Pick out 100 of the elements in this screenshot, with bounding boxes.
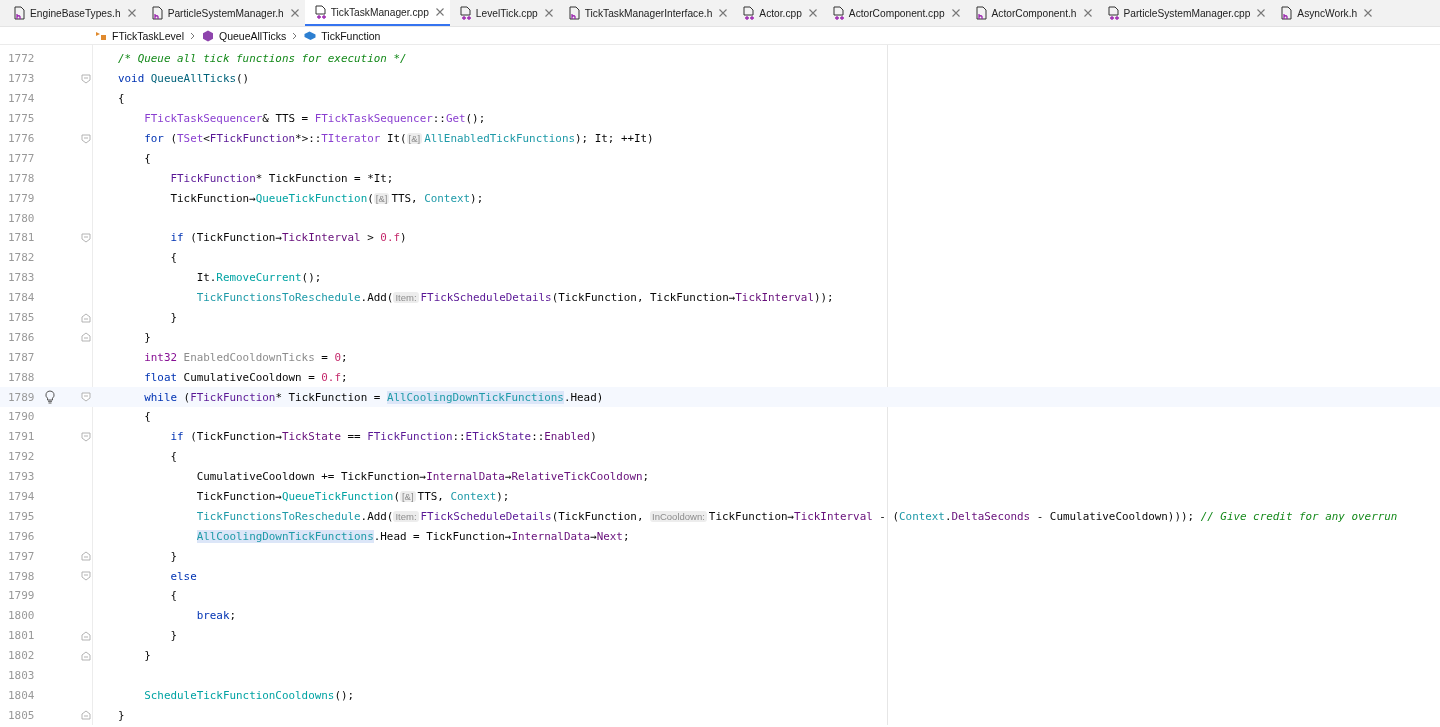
line-number: 1794 — [8, 490, 36, 504]
fold-marker-icon[interactable] — [81, 312, 91, 323]
line-number: 1798 — [8, 569, 36, 583]
file-icon — [1279, 5, 1294, 21]
code-line: CumulativeCooldown += TickFunction→InternalData→RelativeTickCooldown; — [195, 470, 650, 484]
fold-marker-icon[interactable] — [81, 233, 91, 243]
code-line: TickFunctionsToReschedule.Add( Item: FTickScheduleDetails(TickFunction, InCooldown: TickFunction→TickInterval - (Context.DeltaSeconds - CumulativeCooldown))); // Give credit for any overrun — [195, 509, 1398, 523]
code-line: FTickFunction* TickFunction = *It; — [169, 171, 394, 185]
line-number: 1774 — [8, 92, 36, 106]
close-icon[interactable] — [290, 9, 299, 17]
editor-tab[interactable]: ParticleSystemManager.h — [141, 0, 305, 26]
code-line: /* Queue all tick functions for execution */ — [118, 52, 407, 66]
line-number: 1778 — [8, 171, 36, 185]
code-line: if (TickFunction→TickState == FTickFunction::ETickState::Enabled) — [169, 430, 597, 444]
line-number: 1773 — [8, 72, 36, 86]
fold-marker-icon[interactable] — [81, 630, 91, 641]
code-line: { — [169, 251, 178, 265]
close-icon[interactable] — [544, 9, 553, 17]
file-icon — [457, 5, 472, 21]
close-icon[interactable] — [808, 9, 817, 17]
line-number: 1792 — [8, 450, 36, 464]
close-icon[interactable] — [435, 8, 444, 16]
close-icon[interactable] — [719, 9, 728, 17]
line-number: 1784 — [8, 291, 36, 305]
line-number: 1787 — [8, 350, 36, 364]
fold-marker-icon[interactable] — [81, 710, 91, 721]
fold-marker-icon[interactable] — [81, 650, 91, 661]
code-line: while (FTickFunction* TickFunction = AllCoolingDownTickFunctions.Head) — [143, 390, 604, 404]
code-line: TickFunctionsToReschedule.Add( Item: FTickScheduleDetails(TickFunction, TickFunction→TickInterval)); — [195, 291, 834, 305]
close-icon[interactable] — [1257, 9, 1266, 17]
line-number: 1786 — [8, 330, 36, 344]
breadcrumb-item[interactable]: FTickTaskLevel — [112, 29, 184, 42]
line-number: 1782 — [8, 251, 36, 265]
code-line: ScheduleTickFunctionCooldowns(); — [143, 688, 355, 702]
editor-tab[interactable]: Actor.cpp — [733, 0, 823, 26]
code-line: It.RemoveCurrent(); — [195, 271, 322, 285]
code-line: break; — [195, 609, 237, 623]
close-icon[interactable] — [1364, 9, 1373, 17]
lightbulb-icon[interactable] — [44, 390, 56, 405]
line-number: 1800 — [8, 609, 36, 623]
code-line: void QueueAllTicks() — [118, 72, 250, 86]
fold-marker-icon[interactable] — [81, 332, 91, 343]
fold-marker-icon[interactable] — [81, 431, 91, 442]
line-number: 1796 — [8, 529, 36, 543]
code-line: for (TSet<FTickFunction*>::TIterator It( [&] AllEnabledTickFunctions); It; ++It) — [143, 132, 654, 145]
fold-marker-icon[interactable] — [81, 551, 91, 562]
chevron-icon — [292, 31, 298, 40]
line-number: 1785 — [8, 311, 36, 324]
fold-marker-icon[interactable] — [81, 73, 91, 84]
breadcrumb-item[interactable]: QueueAllTicks — [218, 29, 287, 42]
code-line: { — [143, 410, 151, 424]
file-icon — [973, 5, 988, 21]
close-icon[interactable] — [951, 9, 960, 17]
file-icon — [149, 5, 164, 21]
line-number: 1793 — [8, 470, 36, 484]
line-number: 1788 — [8, 370, 36, 384]
code-line: } — [169, 629, 178, 643]
file-icon — [312, 4, 327, 20]
line-number: 1797 — [8, 549, 36, 563]
line-number: 1777 — [8, 151, 36, 165]
close-icon[interactable] — [127, 9, 136, 17]
editor-tab[interactable]: ActorComponent.cpp — [822, 0, 966, 26]
editor-tab[interactable]: EngineBaseTypes.h — [4, 0, 142, 26]
close-icon[interactable] — [1083, 9, 1092, 17]
breadcrumb-item[interactable]: TickFunction — [321, 29, 381, 42]
code-line: AllCoolingDownTickFunctions.Head = TickFunction→InternalData→Next; — [195, 529, 630, 543]
fold-marker-icon[interactable] — [81, 571, 91, 582]
line-number: 1775 — [8, 112, 36, 126]
line-number: 1776 — [8, 132, 36, 145]
fold-marker-icon[interactable] — [81, 133, 91, 144]
file-icon — [1105, 5, 1120, 21]
code-line: if (TickFunction→TickInterval > 0.f) — [169, 231, 407, 245]
code-line: } — [143, 649, 151, 663]
file-icon — [741, 5, 756, 21]
line-number: 1799 — [8, 589, 36, 603]
editor-tab[interactable]: ActorComponent.h — [965, 0, 1098, 26]
editor-tab[interactable]: TickTaskManagerInterface.h — [558, 0, 734, 26]
file-icon — [830, 5, 845, 21]
editor-tab[interactable]: LevelTick.cpp — [449, 0, 559, 26]
editor-tab[interactable]: TickTaskManager.cpp — [304, 0, 450, 26]
line-number: 1781 — [8, 231, 36, 245]
code-line: int32 EnabledCooldownTicks = 0; — [143, 350, 348, 364]
editor-tab[interactable]: ParticleSystemManager.cpp — [1097, 0, 1272, 26]
file-icon — [12, 5, 26, 21]
code-line: { — [169, 450, 178, 464]
code-line: { — [118, 92, 125, 106]
line-number: 1795 — [8, 509, 36, 523]
code-line: } — [118, 708, 125, 722]
fold-marker-icon[interactable] — [81, 392, 91, 403]
line-number: 1804 — [8, 688, 36, 702]
line-number: 1779 — [8, 191, 36, 205]
code-line: } — [143, 330, 151, 344]
chevron-icon — [189, 31, 195, 40]
code-line: FTickTaskSequencer& TTS = FTickTaskSequencer::Get(); — [143, 112, 486, 126]
line-number: 1805 — [8, 708, 36, 722]
code-line: TickFunction→QueueTickFunction( [&] TTS, Context); — [195, 490, 510, 504]
code-line: { — [143, 151, 151, 165]
code-line: TickFunction→QueueTickFunction( [&] TTS, Context); — [169, 191, 484, 205]
editor-tab[interactable]: AsyncWork.h — [1271, 0, 1379, 26]
line-number: 1801 — [8, 629, 36, 643]
